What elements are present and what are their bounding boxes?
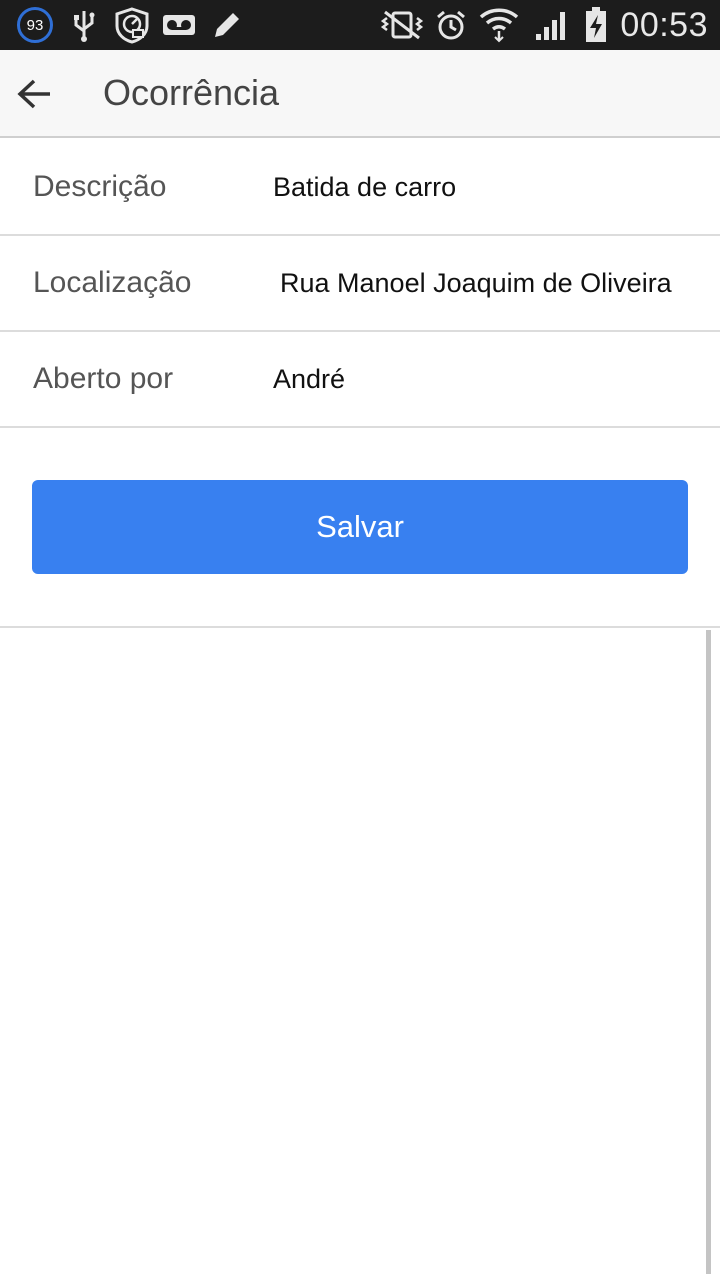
signal-icon xyxy=(532,0,572,50)
notification-count: 93 xyxy=(17,7,53,43)
clock-time: 00:53 xyxy=(620,6,708,44)
opened-by-row: Aberto por André xyxy=(0,332,720,428)
arrow-left-icon xyxy=(17,79,50,109)
location-field[interactable]: Rua Manoel Joaquim de Oliveira xyxy=(280,236,673,330)
speed-shield-icon xyxy=(112,0,152,50)
occurrence-form: Descrição Batida de carro Localização Ru… xyxy=(0,140,720,428)
status-bar: 93 00:53 xyxy=(0,0,720,50)
description-row: Descrição Batida de carro xyxy=(0,140,720,236)
opened-by-label: Aberto por xyxy=(33,362,174,395)
location-label: Localização xyxy=(33,266,192,299)
vibrate-off-icon xyxy=(378,0,426,50)
app-bar: Ocorrência xyxy=(0,50,720,138)
back-button[interactable] xyxy=(8,68,60,120)
wifi-icon xyxy=(478,0,520,50)
save-button[interactable]: Salvar xyxy=(32,480,688,574)
voicemail-icon xyxy=(162,0,196,50)
page-title: Ocorrência xyxy=(103,72,280,113)
notification-count-badge: 93 xyxy=(16,0,54,50)
location-row: Localização Rua Manoel Joaquim de Olivei… xyxy=(0,236,720,332)
pencil-icon xyxy=(210,0,244,50)
alarm-icon xyxy=(434,0,468,50)
scrollbar[interactable] xyxy=(706,630,711,1274)
description-field[interactable]: Batida de carro xyxy=(273,140,673,234)
description-label: Descrição xyxy=(33,170,167,203)
actions-area: Salvar xyxy=(0,428,720,628)
usb-icon xyxy=(68,0,100,50)
opened-by-field[interactable]: André xyxy=(273,332,673,426)
battery-charging-icon xyxy=(582,0,610,50)
